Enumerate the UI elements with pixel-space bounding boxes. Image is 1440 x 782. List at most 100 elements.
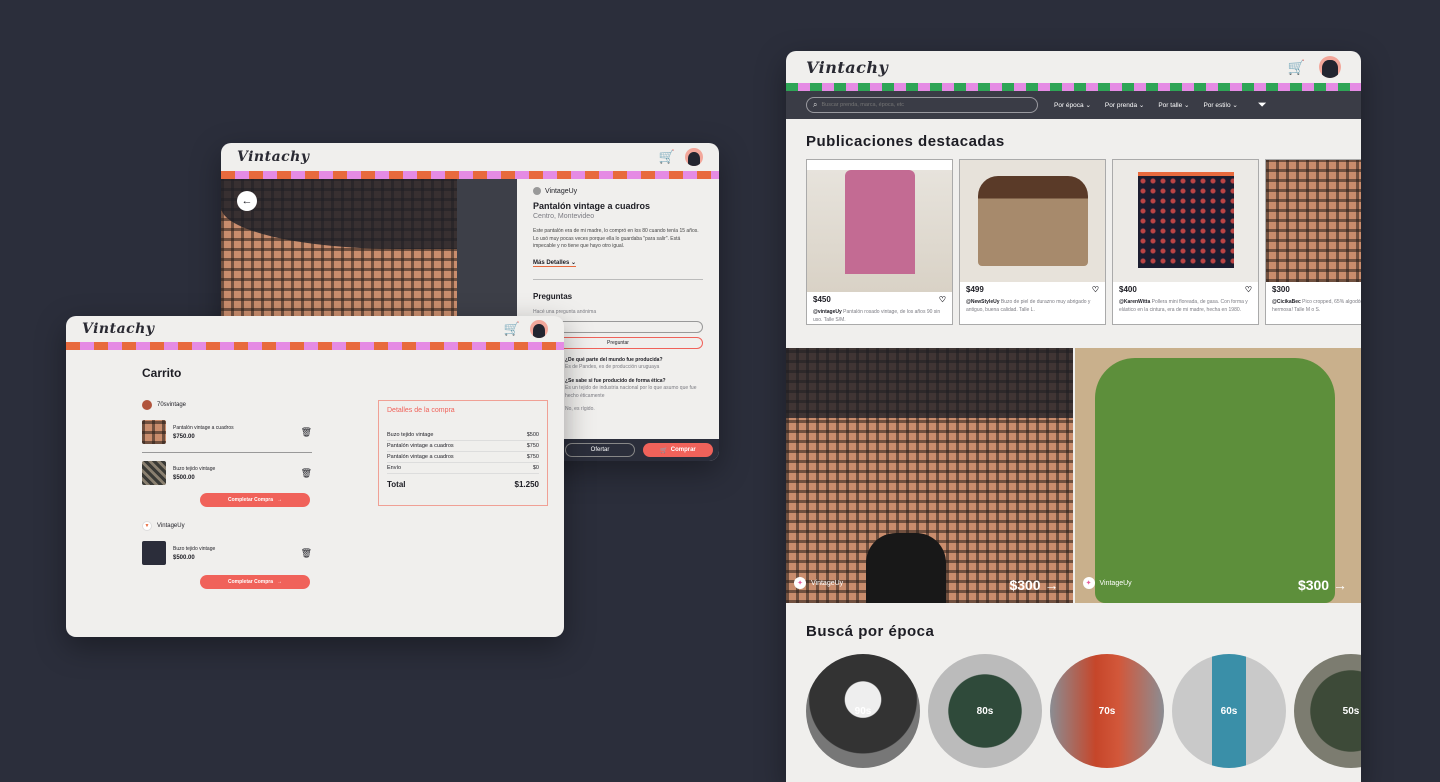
summary-line: Buzo tejido vintage $500 [387, 430, 539, 441]
item-thumbnail [142, 420, 166, 444]
heart-icon[interactable]: ♡ [939, 295, 946, 304]
card-photo [1266, 160, 1361, 282]
back-arrow-icon[interactable]: ← [237, 191, 257, 211]
summary-line: Pantalón vintage a cuadros $750 [387, 452, 539, 463]
filter-dropdown[interactable]: Por talle ⌄ [1158, 101, 1189, 109]
card-price: $450 [813, 295, 831, 304]
header: Vintachy 🛒 [221, 143, 719, 171]
search-bar-row: ⌕ Por época ⌄ Por prenda ⌄ Por talle ⌄ P… [786, 91, 1361, 119]
seller-name[interactable]: VintageUy [1100, 580, 1132, 587]
product-description: Este pantalón era de mi madre, lo compró… [533, 228, 699, 249]
filter-dropdown[interactable]: Por época ⌄ [1054, 101, 1091, 109]
qa-answer: Es de Pandes, es de producción uruguaya [565, 364, 660, 370]
era-circle[interactable]: 90s [806, 654, 920, 768]
item-name: Buzo tejido vintage [173, 465, 216, 472]
eras-list: 90s 80s 70s 60s 50s [806, 654, 1361, 768]
cart-window: Vintachy 🛒 Carrito 70svintage Pantalón v… [66, 316, 564, 637]
heart-icon[interactable]: ♡ [1092, 285, 1099, 294]
purchase-summary: Detalles de la compra Buzo tejido vintag… [378, 400, 548, 506]
card-user[interactable]: @KarenWitta [1119, 299, 1150, 305]
brand-logo[interactable]: Vintachy [82, 321, 155, 337]
card-photo [807, 170, 952, 292]
trash-icon[interactable]: 🗑 [301, 468, 312, 479]
featured-card[interactable]: $499 ♡ @NewStyleUy Buzo de piel de durazn… [959, 159, 1106, 325]
featured-list: $450 ♡ @vintageUy Pantalón rosado vintage… [806, 159, 1361, 325]
chevron-down-icon: ⌄ [1184, 102, 1190, 109]
filter-dropdown[interactable]: Por estilo ⌄ [1203, 101, 1237, 109]
featured-card[interactable]: $300♡ @CicikaBec Pico cropped, 65% algod… [1265, 159, 1361, 325]
card-price: $400 [1119, 285, 1137, 294]
seller-logo-icon: ✦ [794, 577, 806, 589]
summary-line: Envío $0 [387, 463, 539, 474]
filter-icon[interactable]: ⏷ [1258, 99, 1267, 112]
item-price: $500.00 [173, 474, 195, 481]
seller-name[interactable]: VintageUy [157, 523, 185, 529]
offer-button[interactable]: Ofertar [565, 443, 635, 457]
header: Vintachy 🛒 [786, 51, 1361, 83]
eras-title: Buscá por época [806, 623, 935, 640]
cart-group: ▼ VintageUy Buzo tejido vintage $500.00 … [142, 521, 312, 589]
trash-icon[interactable]: 🗑 [301, 427, 312, 438]
buy-button[interactable]: 🛒 Comprar [643, 443, 713, 457]
more-details-link[interactable]: Más Detalles ⌄ [533, 259, 577, 267]
seller-name[interactable]: VintageUy [545, 188, 577, 195]
cart-item: Pantalón vintage a cuadros $750.00 🗑 [142, 418, 312, 446]
cart-icon[interactable]: 🛒 [504, 321, 520, 337]
big-card-price: $300 [1009, 577, 1041, 593]
complete-purchase-button[interactable]: Completar Compra → [200, 575, 310, 589]
big-card[interactable]: ✦ VintageUy $300 → [1074, 348, 1361, 603]
product-location: Centro, Montevideo [533, 213, 595, 220]
seller-logo-icon: ▼ [142, 521, 152, 531]
avatar[interactable] [1319, 56, 1341, 78]
card-user[interactable]: @CicikaBec [1272, 299, 1301, 305]
featured-card[interactable]: $450 ♡ @vintageUy Pantalón rosado vintage… [806, 159, 953, 325]
item-name: Pantalón vintage a cuadros [173, 424, 234, 431]
search-icon: ⌕ [813, 100, 818, 109]
cart-icon[interactable]: 🛒 [1288, 59, 1305, 76]
item-thumbnail [142, 541, 166, 565]
arrow-right-icon: → [277, 497, 282, 503]
questions-title: Preguntas [533, 291, 573, 301]
era-circle[interactable]: 60s [1172, 654, 1286, 768]
era-circle[interactable]: 80s [928, 654, 1042, 768]
arrow-right-icon[interactable]: → [1333, 577, 1347, 593]
search-input[interactable] [821, 102, 1022, 108]
trash-icon[interactable]: 🗑 [301, 548, 312, 559]
complete-purchase-button[interactable]: Completar Compra → [200, 493, 310, 507]
avatar[interactable] [530, 320, 548, 338]
item-thumbnail [142, 461, 166, 485]
card-user[interactable]: @vintageUy [813, 309, 842, 315]
summary-title: Detalles de la compra [387, 407, 455, 414]
product-title: Pantalón vintage a cuadros [533, 201, 651, 211]
qa-answer: Es un tejido de industria nacional por l… [565, 385, 697, 399]
era-circle[interactable]: 70s [1050, 654, 1164, 768]
decorative-stripe [786, 83, 1361, 91]
item-price: $750.00 [173, 433, 195, 440]
cart-icon[interactable]: 🛒 [659, 149, 675, 165]
featured-card[interactable]: $400 ♡ @KarenWitta Pollera mini floreada,… [1112, 159, 1259, 325]
era-circle[interactable]: 50s [1294, 654, 1361, 768]
heart-icon[interactable]: ♡ [1245, 285, 1252, 294]
avatar[interactable] [685, 148, 703, 166]
summary-line: Pantalón vintage a cuadros $750 [387, 441, 539, 452]
seller-name[interactable]: VintageUy [811, 580, 843, 587]
cart-icon: 🛒 [660, 447, 668, 454]
search-field[interactable]: ⌕ [806, 97, 1038, 113]
home-window: Vintachy 🛒 ⌕ Por época ⌄ Por prenda ⌄ Po… [786, 51, 1361, 782]
seller-name[interactable]: 70svintage [157, 402, 186, 408]
cart-group: 70svintage Pantalón vintage a cuadros $7… [142, 400, 312, 507]
filter-dropdown[interactable]: Por prenda ⌄ [1105, 101, 1144, 109]
brand-logo[interactable]: Vintachy [806, 58, 888, 77]
seller-logo-icon: ✦ [1082, 577, 1095, 589]
summary-total: Total $1.250 [387, 480, 539, 489]
decorative-stripe [66, 342, 564, 350]
card-user[interactable]: @NewStyleUy [966, 299, 1000, 305]
card-price: $499 [966, 285, 984, 294]
arrow-right-icon[interactable]: → [1045, 577, 1059, 593]
chevron-down-icon: ⌄ [1232, 102, 1238, 109]
chevron-down-icon: ⌄ [1085, 102, 1091, 109]
big-card[interactable]: ✦ VintageUy $300 → [786, 348, 1073, 603]
brand-logo[interactable]: Vintachy [237, 149, 310, 165]
card-photo [960, 160, 1105, 282]
card-price: $300 [1272, 285, 1290, 294]
